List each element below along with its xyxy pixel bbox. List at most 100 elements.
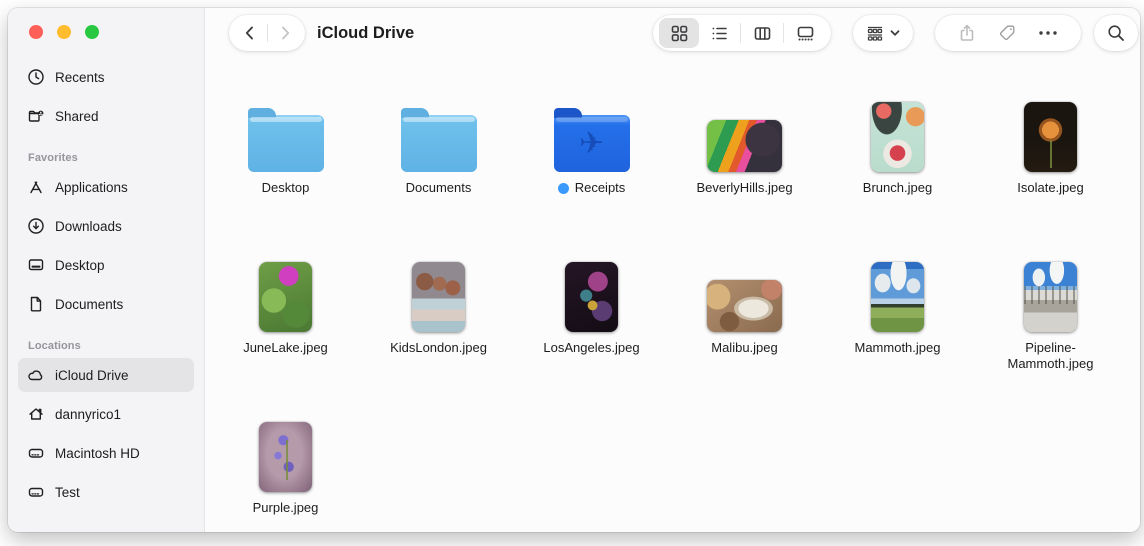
file-grid: Desktop Documents ✈ Receipts BeverlyHill…: [209, 88, 1127, 532]
file-name: KidsLondon.jpeg: [390, 340, 487, 355]
sidebar-item-test[interactable]: Test: [18, 475, 194, 509]
divider: [783, 23, 784, 43]
sidebar-item-desktop[interactable]: Desktop: [18, 248, 194, 282]
sidebar-item-dannyrico1[interactable]: dannyrico1: [18, 397, 194, 431]
sidebar-item-icloud-drive[interactable]: iCloud Drive: [18, 358, 194, 392]
home-icon: [27, 405, 45, 423]
harddrive-icon: [27, 444, 45, 462]
more-button[interactable]: [1037, 23, 1059, 43]
file-name: Mammoth.jpeg: [854, 340, 941, 355]
file-name: Desktop: [261, 180, 310, 195]
minimize-button[interactable]: [57, 25, 71, 39]
share-button[interactable]: [957, 23, 977, 43]
window-title: iCloud Drive: [317, 24, 415, 42]
sidebar-item-label: dannyrico1: [55, 406, 122, 422]
finder-window: Recents Shared Favorites Applications Do…: [8, 8, 1140, 532]
applications-icon: [27, 178, 45, 196]
search-button[interactable]: [1094, 15, 1138, 51]
folder-icon: [400, 108, 477, 172]
view-switcher: [653, 15, 831, 51]
document-icon: [27, 295, 45, 313]
file-item-kidslondon[interactable]: KidsLondon.jpeg: [362, 248, 515, 408]
view-columns-button[interactable]: [742, 18, 782, 48]
harddrive-icon: [27, 483, 45, 501]
sidebar-section-favorites: Favorites: [28, 152, 78, 164]
sidebar-item-shared[interactable]: Shared: [18, 99, 194, 133]
file-item-beverlyhills[interactable]: BeverlyHills.jpeg: [668, 88, 821, 248]
image-thumbnail: [565, 262, 618, 332]
content-area: iCloud Drive Desktop Documents ✈ Receipt…: [205, 8, 1140, 532]
file-item-isolate[interactable]: Isolate.jpeg: [974, 88, 1127, 248]
sidebar-item-label: iCloud Drive: [55, 367, 129, 383]
image-thumbnail: [707, 280, 782, 332]
desktop-icon: [27, 256, 45, 274]
forward-button[interactable]: [268, 15, 302, 51]
sidebar-item-label: Shared: [55, 108, 99, 124]
file-item-pipeline-mammoth[interactable]: Pipeline-Mammoth.jpeg: [974, 248, 1127, 408]
back-button[interactable]: [233, 15, 267, 51]
file-item-documents[interactable]: Documents: [362, 88, 515, 248]
folder-icon: [247, 108, 324, 172]
sidebar-item-documents[interactable]: Documents: [18, 287, 194, 321]
file-name: Receipts: [557, 180, 625, 196]
image-thumbnail: [871, 262, 924, 332]
sidebar-section-locations: Locations: [28, 340, 81, 352]
navigation-buttons: [229, 15, 305, 51]
file-item-malibu[interactable]: Malibu.jpeg: [668, 248, 821, 408]
file-item-junelake[interactable]: JuneLake.jpeg: [209, 248, 362, 408]
folder-icon: ✈: [553, 108, 630, 172]
file-name: Documents: [405, 180, 472, 195]
sidebar-item-recents[interactable]: Recents: [18, 60, 194, 94]
file-item-losangeles[interactable]: LosAngeles.jpeg: [515, 248, 668, 408]
image-thumbnail: [259, 262, 312, 332]
shared-folder-icon: [27, 107, 45, 125]
downloads-icon: [27, 217, 45, 235]
file-name: Purple.jpeg: [252, 500, 319, 515]
file-item-receipts[interactable]: ✈ Receipts: [515, 88, 668, 248]
clock-icon: [27, 68, 45, 86]
file-name: Isolate.jpeg: [1017, 180, 1084, 195]
traffic-lights: [29, 25, 99, 39]
sidebar: Recents Shared Favorites Applications Do…: [8, 8, 205, 532]
chevron-down-icon: [890, 30, 900, 36]
file-item-brunch[interactable]: Brunch.jpeg: [821, 88, 974, 248]
zoom-button[interactable]: [85, 25, 99, 39]
view-icons-button[interactable]: [659, 18, 699, 48]
sidebar-item-label: Documents: [55, 296, 124, 312]
view-gallery-button[interactable]: [785, 18, 825, 48]
sidebar-item-label: Desktop: [55, 257, 105, 273]
file-name: Pipeline-Mammoth.jpeg: [1007, 340, 1094, 372]
airplane-icon: ✈: [578, 127, 605, 160]
file-item-mammoth[interactable]: Mammoth.jpeg: [821, 248, 974, 408]
close-button[interactable]: [29, 25, 43, 39]
view-list-button[interactable]: [699, 18, 739, 48]
file-item-purple[interactable]: Purple.jpeg: [209, 408, 362, 532]
tag-icon[interactable]: [997, 23, 1017, 43]
file-name: Malibu.jpeg: [711, 340, 778, 355]
icloud-icon: [27, 366, 45, 384]
sidebar-item-downloads[interactable]: Downloads: [18, 209, 194, 243]
sidebar-list: Recents Shared Favorites Applications Do…: [8, 60, 204, 514]
sidebar-item-macintosh-hd[interactable]: Macintosh HD: [18, 436, 194, 470]
image-thumbnail: [259, 422, 312, 492]
search-icon: [1108, 25, 1124, 41]
image-thumbnail: [1024, 262, 1077, 332]
group-by-button[interactable]: [853, 15, 913, 51]
sidebar-item-label: Macintosh HD: [55, 445, 140, 461]
image-thumbnail: [707, 120, 782, 172]
sidebar-item-label: Applications: [55, 179, 128, 195]
file-item-desktop[interactable]: Desktop: [209, 88, 362, 248]
sidebar-item-applications[interactable]: Applications: [18, 170, 194, 204]
divider: [740, 23, 741, 43]
file-name: BeverlyHills.jpeg: [696, 180, 793, 195]
file-name: Brunch.jpeg: [862, 180, 933, 195]
image-thumbnail: [871, 102, 924, 172]
file-name: LosAngeles.jpeg: [543, 340, 640, 355]
toolbar-actions: [935, 15, 1081, 51]
file-name: JuneLake.jpeg: [243, 340, 328, 355]
image-thumbnail: [412, 262, 465, 332]
tag-dot: [557, 182, 569, 194]
sidebar-item-label: Recents: [55, 69, 105, 85]
image-thumbnail: [1024, 102, 1077, 172]
sidebar-item-label: Test: [55, 484, 80, 500]
